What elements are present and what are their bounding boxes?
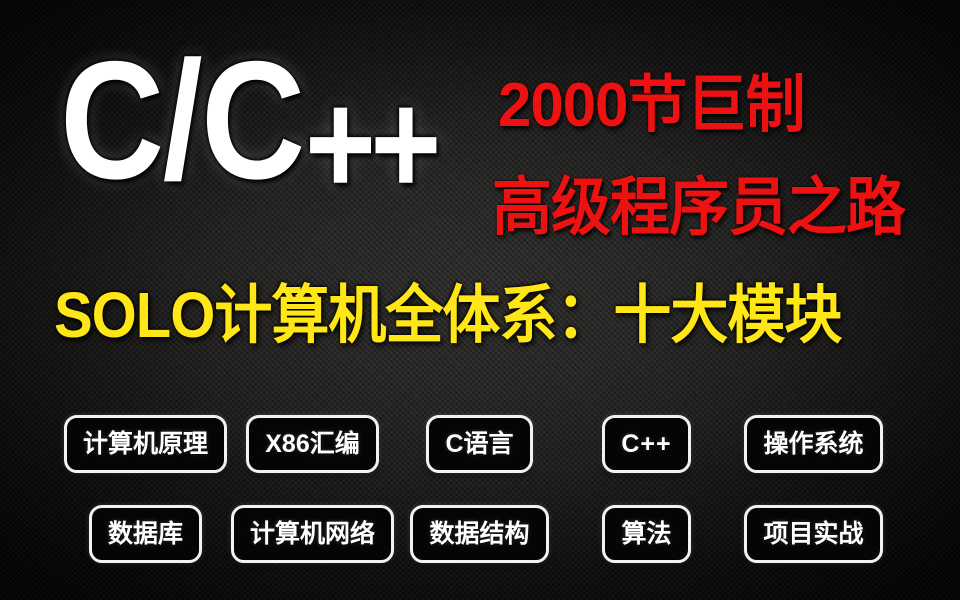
module-label: 项目实战 xyxy=(763,519,864,548)
module-chip-computer-network[interactable]: 计算机网络 xyxy=(230,505,394,563)
module-label: 算法 xyxy=(621,519,672,548)
module-label: 数据结构 xyxy=(429,519,530,548)
course-poster: C/C ++ 2000节巨制 高级程序员之路 SOLO计算机全体系：十大模块 计算… xyxy=(0,0,960,600)
headline-red-line-2: 高级程序员之路 xyxy=(492,171,906,243)
module-label: C语言 xyxy=(445,429,514,458)
module-cell: 项目实战 xyxy=(730,505,897,563)
module-cell: 操作系统 xyxy=(730,415,897,473)
module-cell: X86汇编 xyxy=(229,415,396,473)
module-label: 数据库 xyxy=(107,519,183,548)
module-chip-database[interactable]: 数据库 xyxy=(88,505,202,563)
module-chip-operating-system[interactable]: 操作系统 xyxy=(744,415,883,473)
module-cell: 计算机网络 xyxy=(229,505,396,563)
module-row-2: 数据库 计算机网络 数据结构 算法 项目实战 xyxy=(62,502,898,566)
module-chip-project-practice[interactable]: 项目实战 xyxy=(744,505,883,563)
module-cell: C++ xyxy=(563,415,730,473)
module-cell: 算法 xyxy=(563,505,730,563)
module-label: X86汇编 xyxy=(265,429,360,458)
module-cell: 数据库 xyxy=(62,505,229,563)
module-cell: 数据结构 xyxy=(396,505,563,563)
module-chip-cpp[interactable]: C++ xyxy=(602,415,691,473)
cpp-logo-plus-text: ++ xyxy=(305,61,441,226)
cpp-logo: C/C ++ xyxy=(60,26,500,217)
module-grid: 计算机原理 X86汇编 C语言 C++ 操作系统 数据库 计算机网络 数据结构 … xyxy=(62,412,898,592)
module-chip-algorithms[interactable]: 算法 xyxy=(602,505,691,563)
module-row-1: 计算机原理 X86汇编 C语言 C++ 操作系统 xyxy=(62,412,898,476)
cpp-logo-cc-text: C/C xyxy=(60,26,305,214)
module-label: 计算机网络 xyxy=(249,519,375,548)
module-cell: C语言 xyxy=(396,415,563,473)
module-chip-x86-assembly[interactable]: X86汇编 xyxy=(246,415,379,473)
headline-yellow-title: SOLO计算机全体系：十大模块 xyxy=(54,279,842,352)
module-label: C++ xyxy=(621,429,672,458)
module-chip-computer-principles[interactable]: 计算机原理 xyxy=(63,415,227,473)
module-label: 操作系统 xyxy=(763,429,864,458)
module-label: 计算机原理 xyxy=(82,429,208,458)
module-chip-c-language[interactable]: C语言 xyxy=(426,415,533,473)
module-cell: 计算机原理 xyxy=(62,415,229,473)
module-chip-data-structures[interactable]: 数据结构 xyxy=(410,505,549,563)
headline-red-line-1: 2000节巨制 xyxy=(498,69,805,140)
